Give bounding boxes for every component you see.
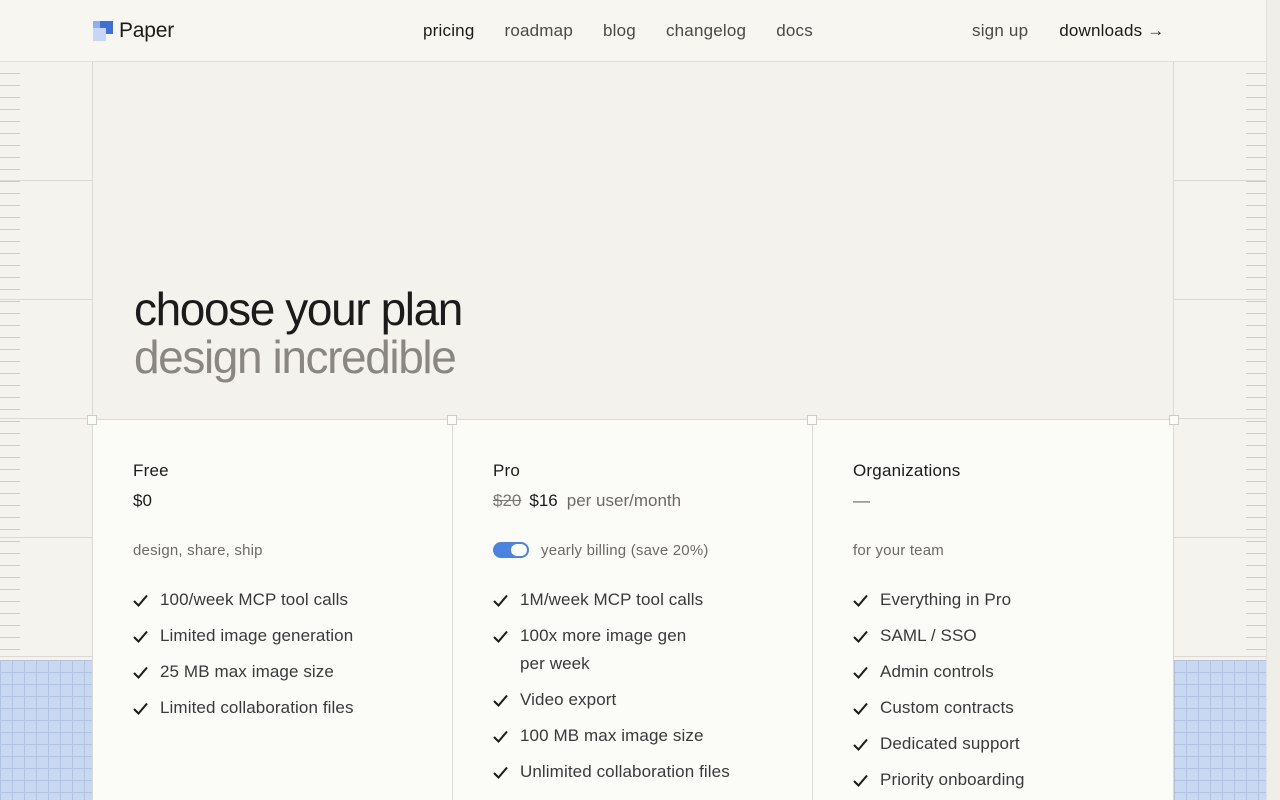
plan-tagline-text: design, share, ship <box>133 541 263 559</box>
list-item: Limited image generation <box>133 622 452 650</box>
list-item: Dedicated support <box>853 730 1173 758</box>
feature-text: Custom contracts <box>880 698 1014 717</box>
nav-link-pricing[interactable]: pricing <box>423 21 474 41</box>
hero-section: choose your plan design incredible <box>92 62 1174 420</box>
logo-text: Paper <box>119 19 175 42</box>
check-icon <box>493 686 508 714</box>
plan-tagline: design, share, ship <box>133 539 452 561</box>
list-item: Limited collaboration files <box>133 694 452 722</box>
feature-text: SAML / SSO <box>880 626 977 645</box>
price-current: — <box>853 491 870 510</box>
check-icon <box>133 586 148 614</box>
logo-link[interactable]: Paper <box>93 19 174 43</box>
nav-link-changelog[interactable]: changelog <box>666 21 746 41</box>
nav-actions: sign up downloads → <box>972 21 1164 41</box>
list-item: 100/week MCP tool calls <box>133 586 452 614</box>
downloads-link[interactable]: downloads → <box>1059 21 1164 41</box>
list-item: Unlimited collaboration files <box>493 758 812 786</box>
check-icon <box>853 622 868 650</box>
feature-list: 1M/week MCP tool calls 100x more image g… <box>493 586 812 786</box>
list-item: Admin controls <box>853 658 1173 686</box>
plan-name: Organizations <box>853 461 961 480</box>
paper-logo-icon <box>93 21 113 41</box>
list-item: Custom contracts <box>853 694 1173 722</box>
list-item: Video export <box>493 686 812 714</box>
nav-link-docs[interactable]: docs <box>776 21 813 41</box>
card-corner-handle <box>87 415 97 425</box>
feature-text: Limited collaboration files <box>160 698 354 717</box>
plan-tagline-text: yearly billing (save 20%) <box>541 541 709 559</box>
feature-text: 1M/week MCP tool calls <box>520 590 704 609</box>
plan-name: Free <box>133 461 169 480</box>
feature-text: Everything in Pro <box>880 590 1012 609</box>
price-original: $20 <box>493 491 522 510</box>
card-corner-handle <box>447 415 457 425</box>
left-ruler-ticks <box>0 62 20 660</box>
plan-name: Pro <box>493 461 521 480</box>
list-item: 25 MB max image size <box>133 658 452 686</box>
yearly-billing-toggle[interactable] <box>493 542 529 558</box>
nav-link-roadmap[interactable]: roadmap <box>504 21 573 41</box>
feature-list: Everything in Pro SAML / SSO Admin contr… <box>853 586 1173 794</box>
right-ruler-ticks <box>1246 62 1266 660</box>
feature-text: Dedicated support <box>880 734 1020 753</box>
check-icon <box>853 586 868 614</box>
check-icon <box>493 722 508 750</box>
card-corner-handle <box>1169 415 1179 425</box>
top-nav: Paper pricing roadmap blog changelog doc… <box>0 0 1266 62</box>
feature-text: Admin controls <box>880 662 994 681</box>
check-icon <box>853 658 868 686</box>
feature-text: 100x more image gen per week <box>520 626 687 673</box>
feature-text: 25 MB max image size <box>160 662 334 681</box>
left-blue-grid <box>0 660 92 800</box>
check-icon <box>853 766 868 794</box>
feature-text: 100 MB max image size <box>520 726 704 745</box>
list-item: 1M/week MCP tool calls <box>493 586 812 614</box>
price-current: $0 <box>133 491 152 510</box>
plan-tagline: for your team <box>853 539 1173 561</box>
check-icon <box>493 758 508 786</box>
page-title: choose your plan <box>134 283 463 335</box>
list-item: 100 MB max image size <box>493 722 812 750</box>
check-icon <box>493 622 508 650</box>
nav-link-blog[interactable]: blog <box>603 21 636 41</box>
plan-price: — <box>853 491 1173 513</box>
list-item: Priority onboarding <box>853 766 1173 794</box>
plan-card-organizations: Organizations — for your team Everything… <box>807 415 1179 800</box>
pricing-cards: Free $0 design, share, ship 100/week MCP… <box>87 415 1179 800</box>
list-item: 100x more image gen per week <box>493 622 812 678</box>
check-icon <box>493 586 508 614</box>
right-blue-grid <box>1174 660 1266 800</box>
sign-up-link[interactable]: sign up <box>972 21 1028 41</box>
feature-text: Priority onboarding <box>880 770 1025 789</box>
feature-text: Limited image generation <box>160 626 354 645</box>
check-icon <box>133 622 148 650</box>
feature-text: 100/week MCP tool calls <box>160 590 349 609</box>
price-unit: per user/month <box>566 491 682 510</box>
check-icon <box>133 658 148 686</box>
plan-tagline-text: for your team <box>853 541 944 559</box>
page-subtitle: design incredible <box>134 331 457 383</box>
feature-list: 100/week MCP tool calls Limited image ge… <box>133 586 452 722</box>
plan-card-free: Free $0 design, share, ship 100/week MCP… <box>87 415 452 800</box>
plan-tagline: yearly billing (save 20%) <box>493 539 812 561</box>
plan-card-pro: Pro $20 $16 per user/month yearly billin… <box>447 415 812 800</box>
check-icon <box>133 694 148 722</box>
feature-text: Unlimited collaboration files <box>520 762 730 781</box>
list-item: SAML / SSO <box>853 622 1173 650</box>
check-icon <box>853 694 868 722</box>
plan-price: $20 $16 per user/month <box>493 491 812 513</box>
nav-links: pricing roadmap blog changelog docs <box>423 21 813 41</box>
check-icon <box>853 730 868 758</box>
price-current: $16 <box>529 491 558 510</box>
page-scrollbar[interactable] <box>1266 0 1280 800</box>
card-corner-handle <box>807 415 817 425</box>
plan-price: $0 <box>133 491 452 513</box>
list-item: Everything in Pro <box>853 586 1173 614</box>
feature-text: Video export <box>520 690 617 709</box>
